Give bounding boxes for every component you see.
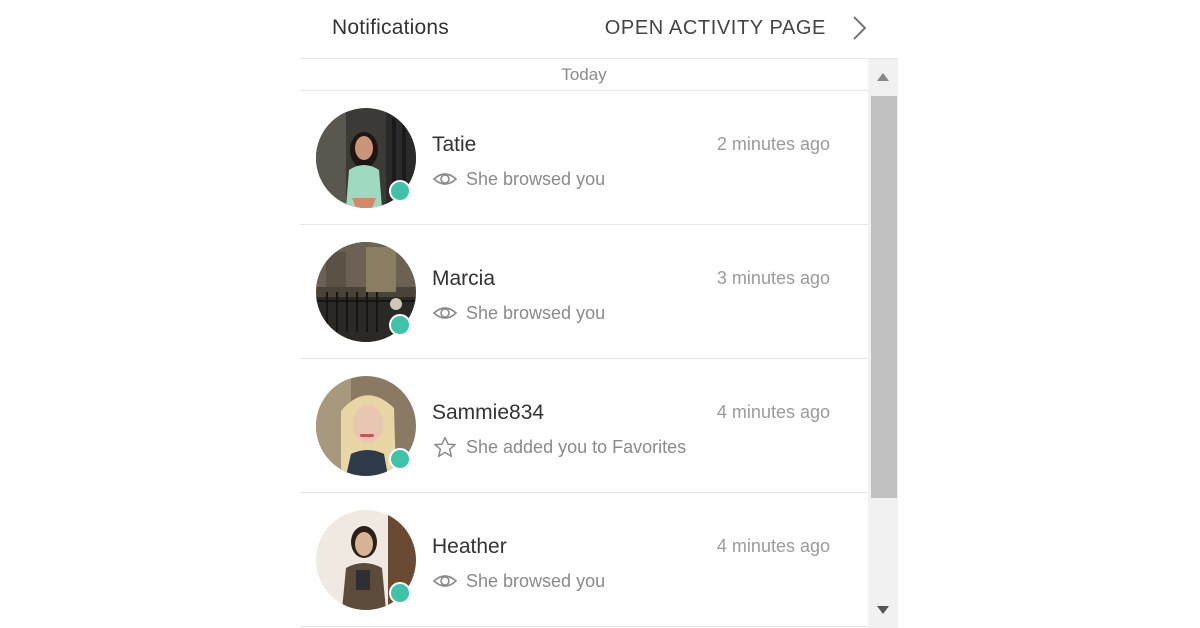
eye-icon: [432, 307, 458, 319]
notifications-header: Notifications OPEN ACTIVITY PAGE: [300, 0, 898, 59]
activity-line: She added you to Favorites: [432, 435, 686, 459]
user-name[interactable]: Marcia: [432, 267, 495, 291]
activity-text: She added you to Favorites: [466, 436, 687, 457]
activity-text: She browsed you: [466, 168, 606, 189]
avatar[interactable]: [316, 242, 416, 342]
scroll-up-arrow-icon[interactable]: [868, 63, 898, 91]
user-name[interactable]: Sammie834: [432, 401, 544, 425]
notifications-panel: Notifications OPEN ACTIVITY PAGE Today T…: [300, 0, 898, 628]
online-status-dot: [389, 448, 411, 470]
timestamp: 4 minutes ago: [716, 536, 830, 556]
scroll-down-arrow-icon[interactable]: [868, 596, 898, 624]
eye-icon: [432, 575, 458, 587]
day-separator: Today: [300, 59, 868, 91]
activity-line: She browsed you: [432, 569, 605, 593]
online-status-dot: [389, 180, 411, 202]
avatar[interactable]: [316, 376, 416, 476]
avatar[interactable]: [316, 108, 416, 208]
open-activity-page-link[interactable]: OPEN ACTIVITY PAGE: [605, 10, 870, 46]
triangle-down-icon: [877, 606, 889, 614]
timestamp: 3 minutes ago: [716, 268, 830, 288]
notification-item[interactable]: Tatie 2 minutes ago She browsed you: [300, 91, 868, 225]
timestamp: 4 minutes ago: [716, 402, 830, 422]
panel-title: Notifications: [332, 16, 449, 39]
user-name[interactable]: Tatie: [432, 133, 476, 157]
activity-line: She browsed you: [432, 167, 605, 191]
open-activity-label: OPEN ACTIVITY PAGE: [604, 16, 826, 39]
user-name[interactable]: Heather: [432, 535, 507, 559]
star-icon: [434, 436, 456, 458]
avatar[interactable]: [316, 510, 416, 610]
triangle-up-icon: [877, 73, 889, 81]
timestamp: 2 minutes ago: [716, 134, 830, 154]
activity-text: She browsed you: [466, 570, 606, 591]
activity-text: She browsed you: [466, 302, 606, 323]
notification-item[interactable]: Sammie834 4 minutes ago She added you to…: [300, 359, 868, 493]
vertical-scrollbar[interactable]: [868, 59, 898, 628]
notification-item[interactable]: Marcia 3 minutes ago She browsed you: [300, 225, 868, 359]
online-status-dot: [389, 314, 411, 336]
activity-line: She browsed you: [432, 301, 605, 325]
chevron-right-icon: [853, 16, 867, 40]
scrollbar-thumb[interactable]: [871, 96, 897, 498]
notification-item[interactable]: Heather 4 minutes ago She browsed you: [300, 493, 868, 627]
eye-icon: [432, 173, 458, 185]
notifications-list[interactable]: Today Tatie 2 minutes ago She browsed yo…: [300, 59, 868, 628]
online-status-dot: [389, 582, 411, 604]
